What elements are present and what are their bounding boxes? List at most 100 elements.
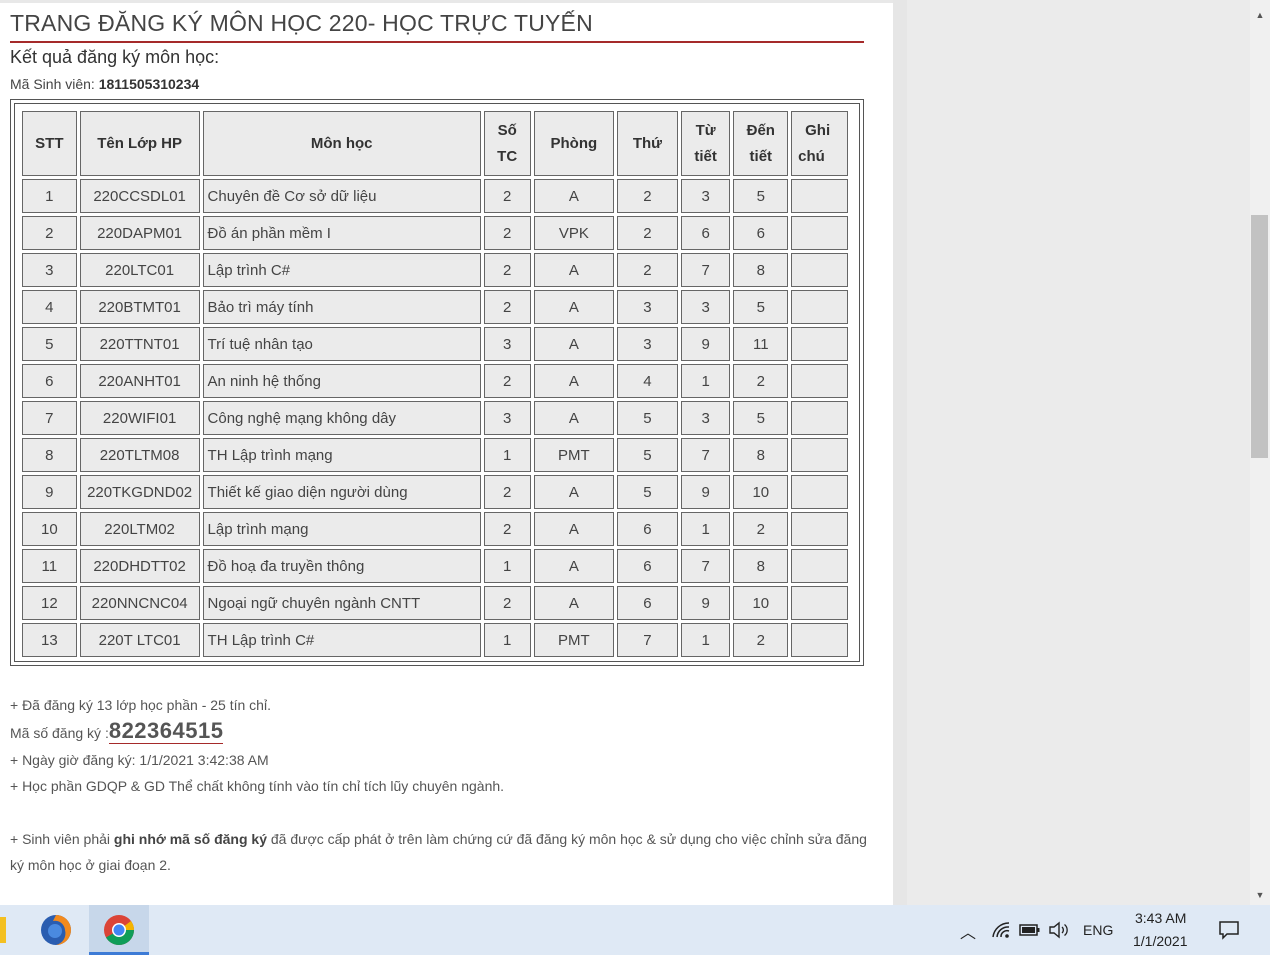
cell-room: A <box>533 549 615 583</box>
volume-icon[interactable] <box>1048 921 1070 939</box>
cell-credits: 2 <box>483 475 531 509</box>
cell-from-period: 3 <box>680 179 731 213</box>
cell-class-code: 220TLTM08 <box>79 438 200 472</box>
cell-credits: 2 <box>483 290 531 324</box>
taskbar <box>0 905 1270 955</box>
remember-code-emphasis: ghi nhớ mã số đăng ký <box>113 831 267 847</box>
cell-stt: 10 <box>22 512 77 546</box>
cell-from-period: 3 <box>680 290 731 324</box>
header-room: Phòng <box>533 111 615 176</box>
table-row: 1 220CCSDL01 Chuyên đề Cơ sở dữ liệu 2 A 2 3 5 <box>22 179 848 213</box>
scroll-down-arrow-icon[interactable]: ▼ <box>1250 886 1270 904</box>
cell-to-period: 10 <box>733 586 789 620</box>
cell-from-period: 7 <box>680 549 731 583</box>
cell-class-code: 220TTNT01 <box>79 327 200 361</box>
header-note: Ghi chú <box>791 111 848 176</box>
clock-date[interactable]: 1/1/2021 <box>1133 933 1188 949</box>
cell-class-code: 220DAPM01 <box>79 216 200 250</box>
cell-from-period: 7 <box>680 438 731 472</box>
cell-course: Đồ hoạ đa truyền thông <box>202 549 481 583</box>
cell-room: VPK <box>533 216 615 250</box>
registration-code-line: Mã số đăng ký :822364515 <box>10 718 224 744</box>
header-day: Thứ <box>617 111 678 176</box>
cell-class-code: 220WIFI01 <box>79 401 200 435</box>
table-row: 10 220LTM02 Lập trình mạng 2 A 6 1 2 <box>22 512 848 546</box>
cell-to-period: 2 <box>733 364 789 398</box>
page-title: TRANG ĐĂNG KÝ MÔN HỌC 220- HỌC TRỰC TUYẾ… <box>10 10 593 36</box>
show-hidden-icons-chevron-icon[interactable]: ︿ <box>960 919 976 943</box>
cell-stt: 8 <box>22 438 77 472</box>
battery-icon[interactable] <box>1019 922 1041 938</box>
notification-center-icon[interactable] <box>1218 920 1240 940</box>
table-row: 3 220LTC01 Lập trình C# 2 A 2 7 8 <box>22 253 848 287</box>
cell-from-period: 1 <box>680 364 731 398</box>
table-header-row: STT Tên Lớp HP Môn học Số TC Phòng Thứ Từ… <box>22 111 848 176</box>
table-row: 13 220T LTC01 TH Lập trình C# 1 PMT 7 1 2 <box>22 623 848 657</box>
cell-credits: 3 <box>483 327 531 361</box>
cell-day: 3 <box>617 290 678 324</box>
cell-to-period: 6 <box>733 216 789 250</box>
cell-note <box>791 290 848 324</box>
student-id-label: Mã Sinh viên: <box>10 76 99 92</box>
registration-code: 822364515 <box>108 718 224 744</box>
scroll-up-arrow-icon[interactable]: ▲ <box>1250 6 1270 24</box>
cell-note <box>791 438 848 472</box>
registration-table-frame: STT Tên Lớp HP Môn học Số TC Phòng Thứ Từ… <box>10 99 864 666</box>
cell-credits: 1 <box>483 623 531 657</box>
cell-room: A <box>533 512 615 546</box>
taskbar-chrome[interactable] <box>89 905 149 955</box>
cell-stt: 9 <box>22 475 77 509</box>
cell-day: 7 <box>617 623 678 657</box>
cell-day: 3 <box>617 327 678 361</box>
cell-to-period: 5 <box>733 179 789 213</box>
taskbar-firefox[interactable] <box>27 905 87 955</box>
cell-room: A <box>533 290 615 324</box>
top-border <box>0 0 893 3</box>
cell-to-period: 11 <box>733 327 789 361</box>
input-language[interactable]: ENG <box>1083 922 1113 938</box>
table-row: 8 220TLTM08 TH Lập trình mạng 1 PMT 5 7 8 <box>22 438 848 472</box>
cell-course: Đồ án phần mềm I <box>202 216 481 250</box>
cell-note <box>791 549 848 583</box>
registered-summary: + Đã đăng ký 13 lớp học phần - 25 tín ch… <box>10 697 271 713</box>
cell-note <box>791 364 848 398</box>
cell-course: Lập trình mạng <box>202 512 481 546</box>
cell-day: 2 <box>617 253 678 287</box>
cell-course: Thiết kế giao diện người dùng <box>202 475 481 509</box>
wifi-icon[interactable] <box>991 921 1011 939</box>
scrollbar-thumb[interactable] <box>1251 215 1268 458</box>
table-row: 2 220DAPM01 Đồ án phần mềm I 2 VPK 2 6 6 <box>22 216 848 250</box>
cell-stt: 7 <box>22 401 77 435</box>
cell-note <box>791 216 848 250</box>
results-heading: Kết quả đăng ký môn học: <box>10 47 220 67</box>
page-side-gutter <box>893 0 907 905</box>
student-id-line: Mã Sinh viên: 1811505310234 <box>10 76 199 92</box>
cell-to-period: 8 <box>733 549 789 583</box>
cell-note <box>791 475 848 509</box>
cell-course: Công nghệ mạng không dây <box>202 401 481 435</box>
cell-room: A <box>533 253 615 287</box>
cell-day: 5 <box>617 438 678 472</box>
cell-course: TH Lập trình C# <box>202 623 481 657</box>
cell-stt: 13 <box>22 623 77 657</box>
cell-from-period: 1 <box>680 512 731 546</box>
cell-credits: 2 <box>483 512 531 546</box>
cell-note <box>791 253 848 287</box>
cell-course: An ninh hệ thống <box>202 364 481 398</box>
student-id-value: 1811505310234 <box>98 76 200 92</box>
taskbar-left-icon[interactable] <box>0 917 6 943</box>
table-row: 4 220BTMT01 Bảo trì máy tính 2 A 3 3 5 <box>22 290 848 324</box>
cell-stt: 2 <box>22 216 77 250</box>
cell-day: 5 <box>617 475 678 509</box>
remember-code-note: + Sinh viên phải ghi nhớ mã số đăng ký đ… <box>10 831 867 873</box>
table-row: 11 220DHDTT02 Đồ hoạ đa truyền thông 1 A 6 7 8 <box>22 549 848 583</box>
web-page: TRANG ĐĂNG KÝ MÔN HỌC 220- HỌC TRỰC TUYẾ… <box>0 0 893 905</box>
cell-credits: 1 <box>483 549 531 583</box>
cell-from-period: 9 <box>680 586 731 620</box>
clock-time[interactable]: 3:43 AM <box>1135 910 1186 926</box>
header-credits: Số TC <box>483 111 531 176</box>
cell-to-period: 5 <box>733 290 789 324</box>
table-row: 7 220WIFI01 Công nghệ mạng không dây 3 A 5 3 5 <box>22 401 848 435</box>
title-divider <box>10 41 864 43</box>
cell-class-code: 220TKGDND02 <box>79 475 200 509</box>
